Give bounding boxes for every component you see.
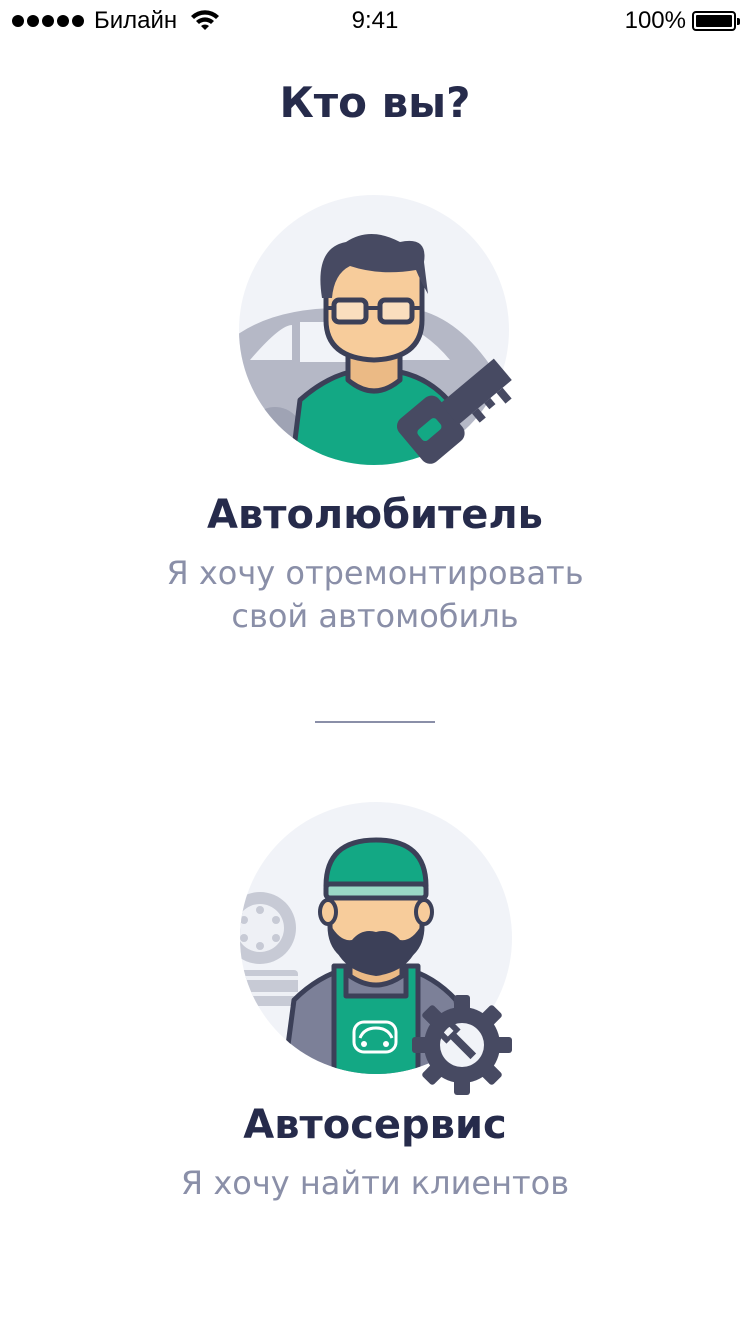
car-service-illustration-icon	[240, 802, 512, 1095]
battery-icon	[692, 11, 740, 31]
page-title: Кто вы?	[279, 78, 471, 127]
role-description-car-owner: Я хочу отремонтировать свой автомобиль	[0, 552, 750, 638]
role-title-car-owner: Автолюбитель	[207, 492, 543, 538]
status-bar-right: 100%	[624, 7, 740, 35]
role-option-car-owner[interactable]: Автолюбитель Я хочу отремонтировать свой…	[0, 190, 750, 650]
role-description-line: Я хочу отремонтировать	[166, 554, 584, 592]
battery-percent: 100%	[624, 7, 686, 34]
status-bar: Билайн 9:41 100%	[0, 0, 750, 40]
role-option-car-service[interactable]: Автосервис Я хочу найти клиентов	[0, 800, 750, 1210]
role-title-car-service: Автосервис	[243, 1102, 507, 1148]
role-description-line: свой автомобиль	[231, 597, 519, 635]
divider	[315, 721, 435, 723]
car-owner-illustration-icon	[239, 195, 512, 465]
role-description-car-service: Я хочу найти клиентов	[180, 1164, 570, 1202]
